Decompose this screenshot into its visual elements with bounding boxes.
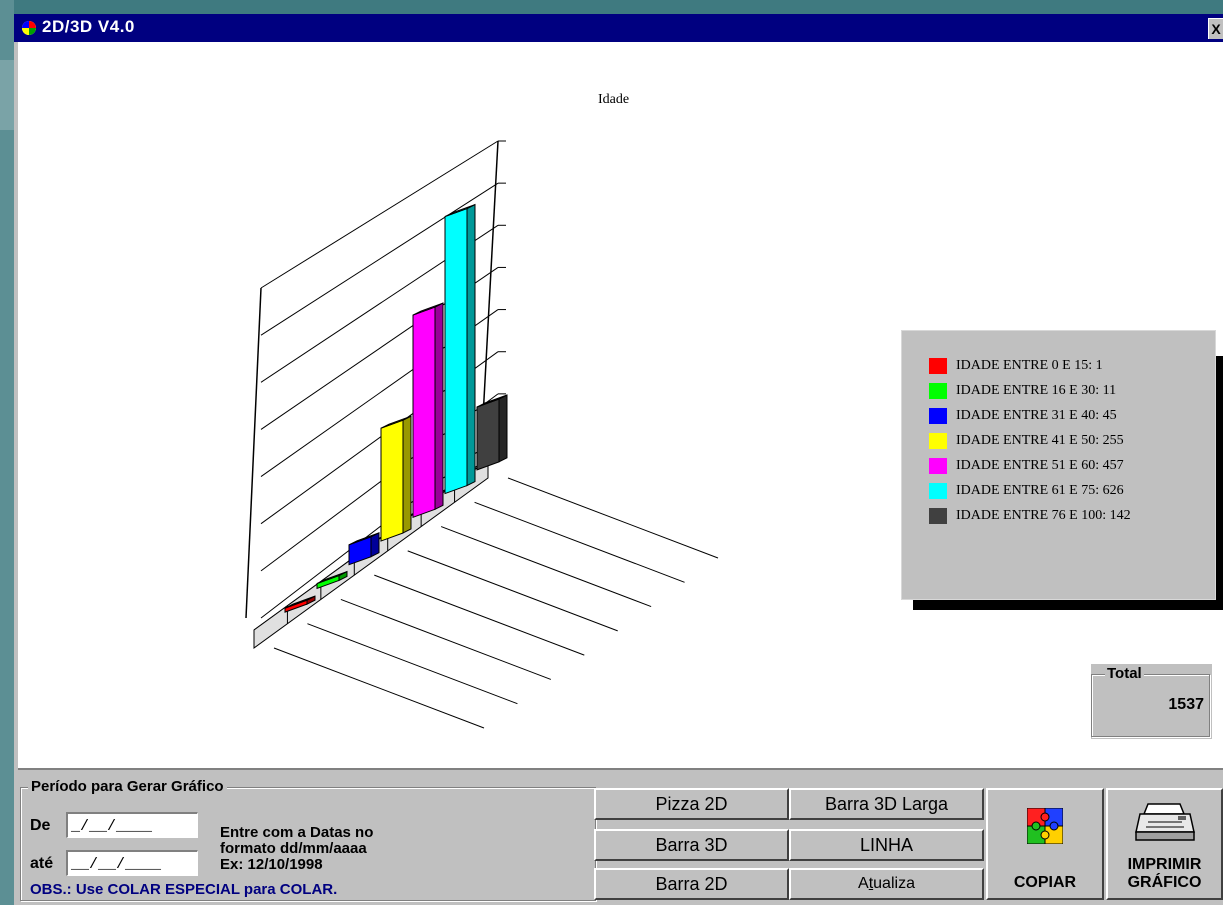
category-guide	[440, 526, 652, 608]
barra-3d-label: Barra 3D	[655, 835, 728, 855]
legend-label: IDADE ENTRE 51 E 60: 457	[956, 458, 1124, 473]
legend-label: IDADE ENTRE 0 E 15: 1	[956, 358, 1103, 373]
title-bar[interactable]: 2D/3D V4.0 X	[14, 14, 1223, 42]
linha-button[interactable]: LINHA	[789, 829, 984, 861]
total-label: Total	[1105, 665, 1144, 682]
legend-swatch	[929, 433, 947, 449]
category-guide	[307, 623, 518, 705]
category-guide	[474, 501, 685, 583]
pizza-2d-button[interactable]: Pizza 2D	[594, 788, 789, 820]
linha-label: LINHA	[859, 835, 913, 855]
to-date-input[interactable]: __/__/____	[66, 850, 198, 876]
legend-swatch	[929, 408, 947, 424]
chart-title: Idade	[598, 92, 630, 107]
puzzle-icon	[1027, 808, 1063, 844]
legend-label: IDADE ENTRE 76 E 100: 142	[956, 508, 1131, 523]
legend-label: IDADE ENTRE 41 E 50: 255	[956, 433, 1124, 448]
barra-3d-larga-button[interactable]: Barra 3D Larga	[789, 788, 984, 820]
pizza-2d-label: Pizza 2D	[655, 794, 728, 814]
legend-swatch	[929, 483, 947, 499]
total-box: Total 1537	[1091, 664, 1212, 739]
bar-front	[476, 398, 500, 471]
category-guide	[374, 574, 585, 656]
bar-front	[444, 207, 468, 495]
barra-2d-button[interactable]: Barra 2D	[594, 868, 789, 900]
legend-label: IDADE ENTRE 31 E 40: 45	[956, 408, 1117, 423]
bar-side	[466, 203, 476, 487]
imprimir-label: IMPRIMIR GRÁFICO	[1108, 856, 1221, 892]
window-title: 2D/3D V4.0	[42, 17, 135, 36]
desktop-shape	[0, 0, 14, 905]
legend-swatch	[929, 358, 947, 374]
barra-3d-button[interactable]: Barra 3D	[594, 829, 789, 861]
app-icon	[22, 21, 36, 35]
printer-icon	[1135, 803, 1195, 841]
chart-area: Idade IDADE ENTRE 0 E 15: 1 IDADE ENTRE …	[18, 42, 1223, 770]
atualiza-suffix: ualiza	[873, 875, 915, 892]
category-guide	[340, 598, 552, 680]
legend-swatch	[929, 508, 947, 524]
imprimir-button[interactable]: IMPRIMIR GRÁFICO	[1106, 788, 1223, 900]
legend-label: IDADE ENTRE 61 E 75: 626	[956, 483, 1124, 498]
desktop-shape-notch	[0, 60, 14, 130]
obs-note: OBS.: Use COLAR ESPECIAL para COLAR.	[30, 881, 338, 898]
date-hint-line3: Ex: 12/10/1998	[220, 856, 323, 873]
atualiza-button[interactable]: Atualiza	[789, 868, 984, 900]
total-value: 1537	[1168, 696, 1204, 713]
atualiza-label: Atualiza	[791, 875, 982, 893]
bar-side	[434, 302, 444, 511]
bar-side	[402, 415, 412, 534]
imprimir-line1: IMPRIMIR	[1127, 856, 1202, 873]
from-label: De	[30, 817, 51, 834]
imprimir-line2: GRÁFICO	[1127, 874, 1202, 891]
barra-2d-label: Barra 2D	[655, 874, 728, 894]
bar-front	[380, 419, 404, 542]
close-icon[interactable]: X	[1208, 18, 1223, 39]
from-date-input[interactable]: _/__/____	[66, 812, 198, 838]
bar-front	[412, 306, 436, 518]
chart-legend: IDADE ENTRE 0 E 15: 1 IDADE ENTRE 16 E 3…	[901, 330, 1216, 600]
category-guide	[507, 477, 719, 559]
copiar-label: COPIAR	[1013, 874, 1077, 891]
app-window: 2D/3D V4.0 X Idade IDADE ENTRE 0 E 15: 1…	[14, 14, 1223, 905]
barra-3d-larga-label: Barra 3D Larga	[824, 794, 949, 814]
period-group: Período para Gerar Gráfico De _/__/____ …	[20, 778, 596, 901]
category-guide	[273, 647, 485, 729]
period-title: Período para Gerar Gráfico	[28, 778, 227, 795]
wall-edge-left	[245, 287, 262, 619]
legend-swatch	[929, 458, 947, 474]
date-hint-line2: formato dd/mm/aaaa	[220, 840, 367, 857]
wall-edge-right	[481, 140, 499, 437]
category-guide	[407, 550, 618, 632]
bar-side	[498, 394, 508, 463]
atualiza-prefix: A	[858, 875, 869, 892]
legend-swatch	[929, 383, 947, 399]
date-hint-line1: Entre com a Datas no	[220, 824, 374, 841]
to-label: até	[30, 855, 54, 872]
copiar-button[interactable]: COPIAR	[986, 788, 1104, 900]
legend-label: IDADE ENTRE 16 E 30: 11	[956, 383, 1117, 398]
